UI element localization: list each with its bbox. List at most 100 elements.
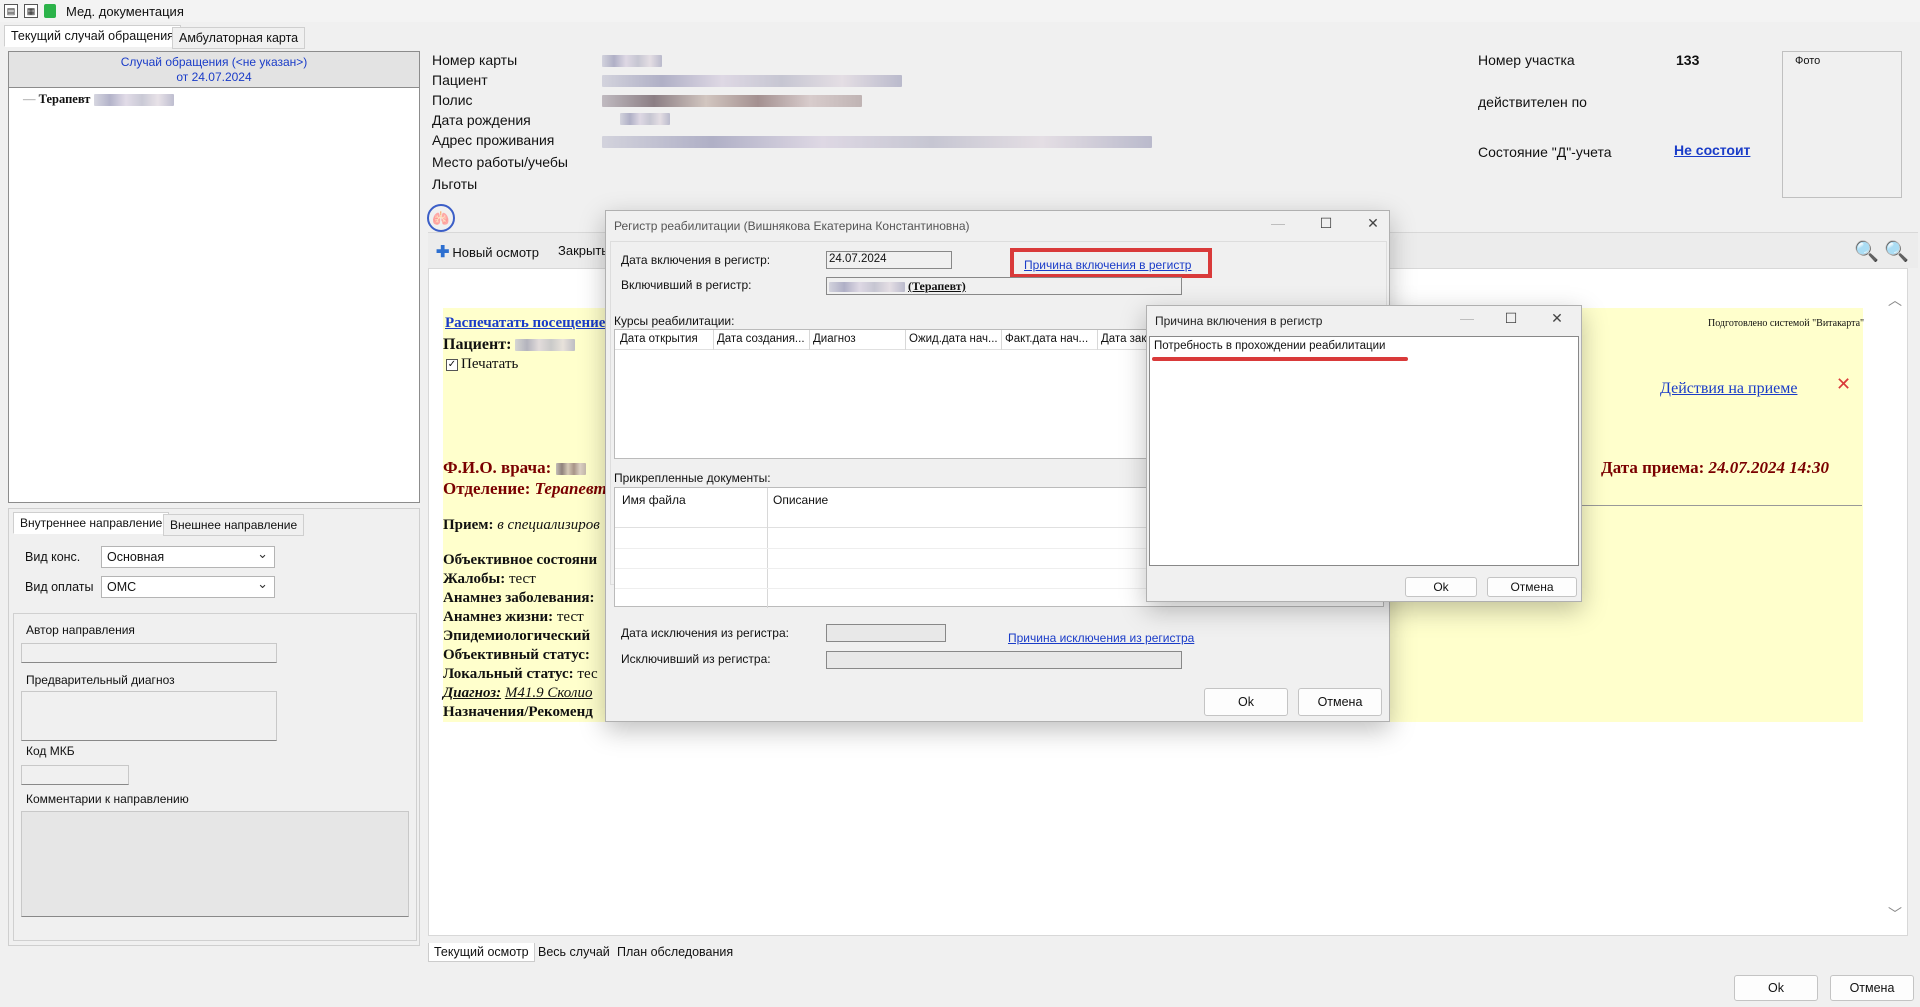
excluded-by-label: Исключивший из регистра: <box>621 652 771 666</box>
naznach-line: Назначения/Рекоменд <box>443 704 593 720</box>
epid-line: Эпидемиологический <box>443 628 591 644</box>
tree-item-therapist[interactable]: — Терапевт <box>9 88 419 107</box>
reason-underline-mark <box>1152 357 1408 361</box>
reason-cancel-button[interactable]: Отмена <box>1487 577 1577 597</box>
author-label: Автор направления <box>26 623 135 637</box>
prelim-diag-field[interactable] <box>21 691 277 741</box>
close-red-icon[interactable]: ✕ <box>1836 374 1851 395</box>
plus-icon: ✚ <box>436 244 450 261</box>
maximize-icon[interactable]: ☐ <box>1314 215 1338 232</box>
system-note: Подготовлено системой "Витакарта" <box>1708 318 1865 329</box>
minimize-icon[interactable]: — <box>1266 215 1290 231</box>
tab-exam-plan[interactable]: План обследования <box>612 943 738 961</box>
birthdate-label: Дата рождения <box>432 112 531 128</box>
reason-maximize-icon[interactable]: ☐ <box>1499 310 1523 327</box>
included-by-label: Включивший в регистр: <box>621 278 752 292</box>
reason-textarea[interactable]: Потребность в прохождении реабилитации <box>1149 336 1579 566</box>
mkb-label: Код МКБ <box>26 744 75 758</box>
uchastok-value: 133 <box>1676 52 1700 68</box>
scroll-down-icon[interactable]: ﹀ <box>1888 904 1902 924</box>
print-visit-link[interactable]: Распечатать посещение <box>445 315 605 332</box>
zoom-out-icon[interactable]: 🔍 <box>1884 239 1909 264</box>
d-status-link[interactable]: Не состоит <box>1674 142 1750 158</box>
visit-date: Дата приема: 24.07.2024 14:30 <box>1601 458 1829 477</box>
anamnez-life-line: Анамнез жизни: тест <box>443 609 584 625</box>
tab-current-exam[interactable]: Текущий осмотр <box>428 943 535 962</box>
zoom-in-icon[interactable]: 🔍 <box>1854 239 1879 264</box>
actions-link[interactable]: Действия на приеме <box>1660 380 1797 398</box>
close-exam-button[interactable]: Закрыть <box>558 243 608 258</box>
patient-label: Пациент <box>432 72 488 88</box>
redacted-policy <box>602 95 862 107</box>
obj-status-line: Объективный статус: <box>443 647 590 663</box>
reason-minimize-icon[interactable]: — <box>1455 310 1479 326</box>
prelim-diag-label: Предварительный диагноз <box>26 673 175 687</box>
layout-icon[interactable]: ▦ <box>24 4 38 18</box>
diagnosis-line: Диагноз: M41.9 Сколио <box>443 685 593 701</box>
policy-label: Полис <box>432 92 473 108</box>
reason-dialog-title: Причина включения в регистр <box>1155 314 1323 328</box>
vid-kons-select[interactable]: Основная <box>101 546 275 568</box>
excl-date-field[interactable] <box>826 624 946 642</box>
excluded-by-field[interactable] <box>826 651 1182 669</box>
address-label: Адрес проживания <box>432 132 555 148</box>
reason-dialog: Причина включения в регистр — ☐ ✕ Потреб… <box>1146 305 1582 602</box>
redacted-patient <box>602 75 902 87</box>
obj-state-line: Объективное состояни <box>443 552 598 568</box>
lungs-icon[interactable]: 🫁 <box>427 204 455 232</box>
d-status-label: Состояние "Д"-учета <box>1478 144 1612 160</box>
incl-reason-link[interactable]: Причина включения в регистр <box>1024 258 1191 272</box>
incl-date-label: Дата включения в регистр: <box>621 253 771 267</box>
scroll-up-icon[interactable]: ︿ <box>1888 290 1902 310</box>
anamnez-zab-line: Анамнез заболевания: <box>443 590 595 606</box>
tab-whole-case[interactable]: Весь случай <box>533 943 615 961</box>
complaints-line: Жалобы: тест <box>443 571 536 587</box>
doc-patient-label: Пациент: <box>443 336 576 354</box>
reason-ok-button[interactable]: Ok <box>1405 577 1477 597</box>
redacted-card-number <box>602 55 662 67</box>
mkb-field[interactable] <box>21 765 129 785</box>
valid-label: действителен по <box>1478 94 1587 110</box>
vid-kons-label: Вид конс. <box>25 550 81 564</box>
menu-icon[interactable]: ▤ <box>4 4 18 18</box>
registry-cancel-button[interactable]: Отмена <box>1298 688 1382 716</box>
comment-field[interactable] <box>21 811 409 917</box>
excl-reason-link[interactable]: Причина исключения из регистра <box>1008 631 1194 645</box>
title-bar: ▤ ▦ Мед. документация <box>0 0 1920 22</box>
referral-panel: Внутреннее направление Внешнее направлен… <box>8 508 420 946</box>
tab-external-referral[interactable]: Внешнее направление <box>163 514 305 536</box>
comment-label: Комментарии к направлению <box>26 792 189 806</box>
photo-frame: Фото <box>1782 51 1902 198</box>
reason-close-icon[interactable]: ✕ <box>1545 310 1569 327</box>
docs-label: Прикрепленные документы: <box>614 471 771 485</box>
work-label: Место работы/учебы <box>432 154 568 170</box>
courses-label: Курсы реабилитации: <box>614 314 735 328</box>
redacted-address <box>602 136 1152 148</box>
main-ok-button[interactable]: Ok <box>1734 975 1818 1001</box>
case-tree-panel: Случай обращения (<не указан>) от 24.07.… <box>8 51 420 503</box>
card-number-label: Номер карты <box>432 52 518 68</box>
print-checkbox[interactable]: ✓ Печатать <box>446 356 518 373</box>
benefits-label: Льготы <box>432 176 478 192</box>
incl-date-field[interactable]: 24.07.2024 <box>826 251 952 269</box>
local-status-line: Локальный статус: тес <box>443 666 598 682</box>
vid-oplaty-select[interactable]: ОМС <box>101 576 275 598</box>
new-exam-button[interactable]: ✚ Новый осмотр <box>436 242 539 262</box>
redacted-name <box>93 94 174 107</box>
dept-label: Отделение: Терапевт <box>443 479 607 498</box>
close-icon[interactable]: ✕ <box>1361 215 1385 232</box>
app-icon <box>44 4 56 18</box>
main-cancel-button[interactable]: Отмена <box>1830 975 1914 1001</box>
included-by-field[interactable]: (Терапевт) <box>826 277 1182 295</box>
tab-ambulatory-card[interactable]: Амбулаторная карта <box>172 27 306 49</box>
author-field[interactable] <box>21 643 277 663</box>
redacted-birthdate <box>620 113 670 125</box>
registry-ok-button[interactable]: Ok <box>1204 688 1288 716</box>
tab-internal-referral[interactable]: Внутреннее направление <box>13 512 170 534</box>
registry-dialog-title: Регистр реабилитации (Вишнякова Екатерин… <box>614 219 970 233</box>
vid-oplaty-label: Вид оплаты <box>25 580 94 594</box>
tab-current-case[interactable]: Текущий случай обращения <box>4 25 181 47</box>
priem-line: Прием: в специализиров <box>443 517 600 533</box>
doctor-label: Ф.И.О. врача: <box>443 458 586 478</box>
case-header[interactable]: Случай обращения (<не указан>) от 24.07.… <box>9 52 419 88</box>
